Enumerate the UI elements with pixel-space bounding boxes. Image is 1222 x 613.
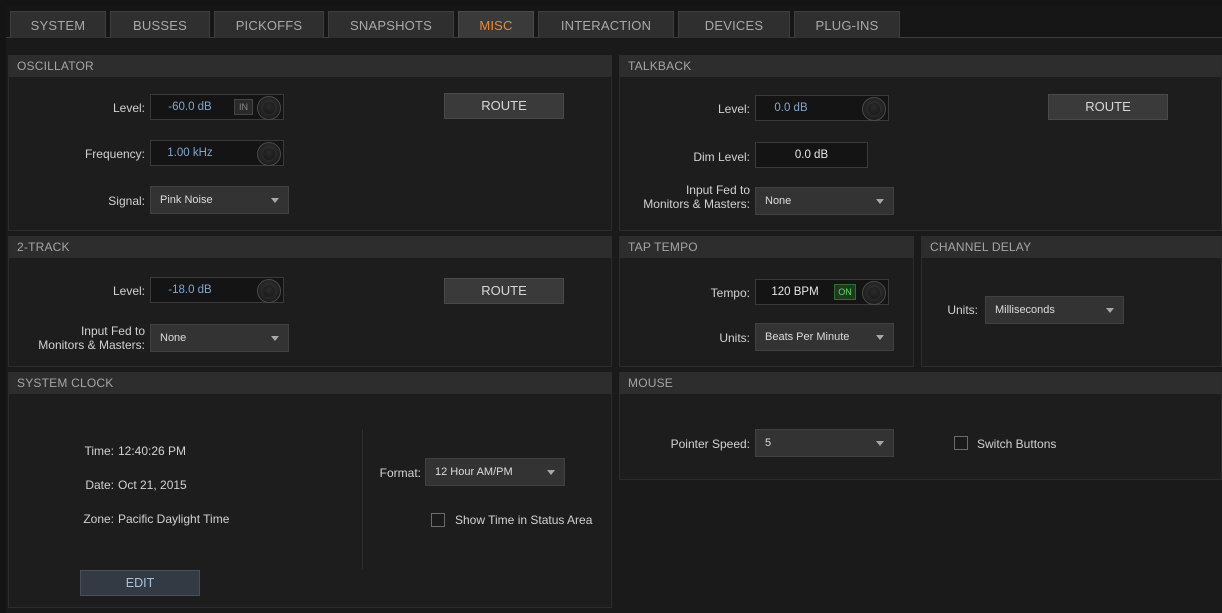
- tap-tempo-units-select[interactable]: Beats Per Minute: [755, 323, 894, 351]
- chevron-down-icon: [876, 199, 884, 204]
- tap-tempo-knob[interactable]: [862, 281, 886, 305]
- pointer-speed-label: Pointer Speed:: [670, 437, 750, 451]
- talkback-dim-field[interactable]: 0.0 dB: [755, 142, 868, 168]
- tab-snapshots[interactable]: SNAPSHOTS: [328, 11, 454, 38]
- switch-buttons-checkbox[interactable]: [954, 436, 968, 450]
- tab-devices[interactable]: DEVICES: [678, 11, 790, 38]
- channel-delay-units-label: Units:: [947, 303, 978, 317]
- tab-busses[interactable]: BUSSES: [110, 11, 210, 38]
- clock-edit-button[interactable]: EDIT: [80, 570, 200, 596]
- tab-pickoffs[interactable]: PICKOFFS: [214, 11, 324, 38]
- tap-tempo-units-value: Beats Per Minute: [765, 331, 850, 343]
- oscillator-panel: OSCILLATOR Level: -60.0 dB IN ROUTE Freq…: [8, 55, 612, 231]
- talkback-input-label-1: Input Fed to: [685, 183, 750, 197]
- oscillator-level-label: Level:: [112, 101, 145, 115]
- oscillator-level-value: -60.0 dB: [168, 101, 212, 113]
- tap-tempo-units-label: Units:: [719, 331, 750, 345]
- channel-delay-units-value: Milliseconds: [995, 304, 1055, 316]
- channel-delay-panel: CHANNEL DELAY Units: Milliseconds: [921, 236, 1222, 367]
- talkback-input-select[interactable]: None: [755, 187, 894, 215]
- oscillator-signal-value: Pink Noise: [160, 194, 213, 206]
- clock-date-label: Date:: [85, 478, 114, 492]
- clock-time-value: 12:40:26 PM: [118, 444, 187, 458]
- two-track-title: 2-TRACK: [9, 237, 611, 258]
- pointer-speed-select[interactable]: 5: [755, 429, 894, 457]
- two-track-input-select[interactable]: None: [150, 324, 289, 352]
- oscillator-frequency-value: 1.00 kHz: [167, 147, 213, 159]
- tab-plug-ins[interactable]: PLUG-INS: [794, 11, 900, 38]
- tab-bar: SYSTEM BUSSES PICKOFFS SNAPSHOTS MISC IN…: [6, 6, 1222, 38]
- system-clock-panel: SYSTEM CLOCK Time: 12:40:26 PM Date: Oct…: [8, 372, 612, 608]
- app-window: SYSTEM BUSSES PICKOFFS SNAPSHOTS MISC IN…: [6, 6, 1222, 613]
- talkback-panel: TALKBACK Level: 0.0 dB ROUTE Dim Level: …: [619, 55, 1222, 231]
- tab-interaction[interactable]: INTERACTION: [538, 11, 674, 38]
- talkback-route-button[interactable]: ROUTE: [1048, 94, 1168, 120]
- tap-tempo-value: 120 BPM: [771, 286, 819, 298]
- clock-format-value: 12 Hour AM/PM: [435, 466, 513, 478]
- two-track-input-label-1: Input Fed to: [80, 324, 145, 338]
- clock-time-label: Time:: [84, 444, 114, 458]
- talkback-level-knob[interactable]: [862, 97, 886, 121]
- tab-misc[interactable]: MISC: [458, 11, 534, 38]
- mouse-title: MOUSE: [620, 373, 1221, 394]
- talkback-level-field[interactable]: 0.0 dB: [755, 95, 889, 121]
- talkback-level-label: Level:: [717, 102, 750, 116]
- system-clock-title: SYSTEM CLOCK: [9, 373, 611, 394]
- two-track-route-button[interactable]: ROUTE: [444, 278, 564, 304]
- clock-format-select[interactable]: 12 Hour AM/PM: [425, 458, 565, 486]
- talkback-input-label-2: Monitors & Masters:: [643, 197, 750, 211]
- tap-tempo-field[interactable]: 120 BPM ON: [755, 279, 889, 305]
- oscillator-title: OSCILLATOR: [9, 56, 611, 77]
- oscillator-route-button[interactable]: ROUTE: [444, 93, 564, 119]
- oscillator-frequency-field[interactable]: 1.00 kHz: [150, 140, 284, 166]
- two-track-level-value: -18.0 dB: [168, 284, 212, 296]
- pointer-speed-value: 5: [765, 437, 772, 449]
- clock-zone-value: Pacific Daylight Time: [118, 512, 230, 526]
- clock-date-value: Oct 21, 2015: [118, 478, 187, 492]
- channel-delay-units-select[interactable]: Milliseconds: [985, 296, 1124, 324]
- talkback-dim-label: Dim Level:: [693, 150, 750, 164]
- chevron-down-icon: [271, 198, 279, 203]
- chevron-down-icon: [1106, 308, 1114, 313]
- switch-buttons-label: Switch Buttons: [977, 437, 1057, 451]
- talkback-input-value: None: [765, 195, 792, 207]
- chevron-down-icon: [271, 336, 279, 341]
- oscillator-in-button[interactable]: IN: [234, 99, 253, 115]
- tap-tempo-on-button[interactable]: ON: [834, 284, 856, 300]
- show-time-checkbox[interactable]: [431, 513, 445, 527]
- two-track-level-knob[interactable]: [257, 279, 281, 303]
- oscillator-signal-select[interactable]: Pink Noise: [150, 186, 289, 214]
- two-track-level-label: Level:: [112, 284, 145, 298]
- chevron-down-icon: [876, 441, 884, 446]
- two-track-panel: 2-TRACK Level: -18.0 dB ROUTE Input Fed …: [8, 236, 612, 367]
- tap-tempo-panel: TAP TEMPO Tempo: 120 BPM ON Units: Beats…: [619, 236, 914, 367]
- talkback-level-value: 0.0 dB: [774, 102, 808, 114]
- tap-tempo-tempo-label: Tempo:: [710, 286, 750, 300]
- chevron-down-icon: [547, 470, 555, 475]
- chevron-down-icon: [876, 335, 884, 340]
- oscillator-level-knob[interactable]: [257, 96, 281, 120]
- clock-divider: [362, 429, 363, 569]
- mouse-panel: MOUSE Pointer Speed: 5 Switch Buttons: [619, 372, 1222, 480]
- talkback-title: TALKBACK: [620, 56, 1221, 77]
- oscillator-frequency-knob[interactable]: [257, 142, 281, 166]
- clock-zone-label: Zone:: [83, 512, 114, 526]
- oscillator-signal-label: Signal:: [108, 194, 145, 208]
- oscillator-frequency-label: Frequency:: [84, 147, 145, 161]
- show-time-label: Show Time in Status Area: [455, 513, 593, 527]
- clock-format-label: Format:: [379, 466, 421, 480]
- tap-tempo-title: TAP TEMPO: [620, 237, 913, 258]
- oscillator-level-field[interactable]: -60.0 dB IN: [150, 94, 284, 120]
- two-track-level-field[interactable]: -18.0 dB: [150, 277, 284, 303]
- tab-system[interactable]: SYSTEM: [10, 11, 106, 38]
- two-track-input-value: None: [160, 332, 187, 344]
- channel-delay-title: CHANNEL DELAY: [922, 237, 1221, 258]
- two-track-input-label-2: Monitors & Masters:: [38, 338, 145, 352]
